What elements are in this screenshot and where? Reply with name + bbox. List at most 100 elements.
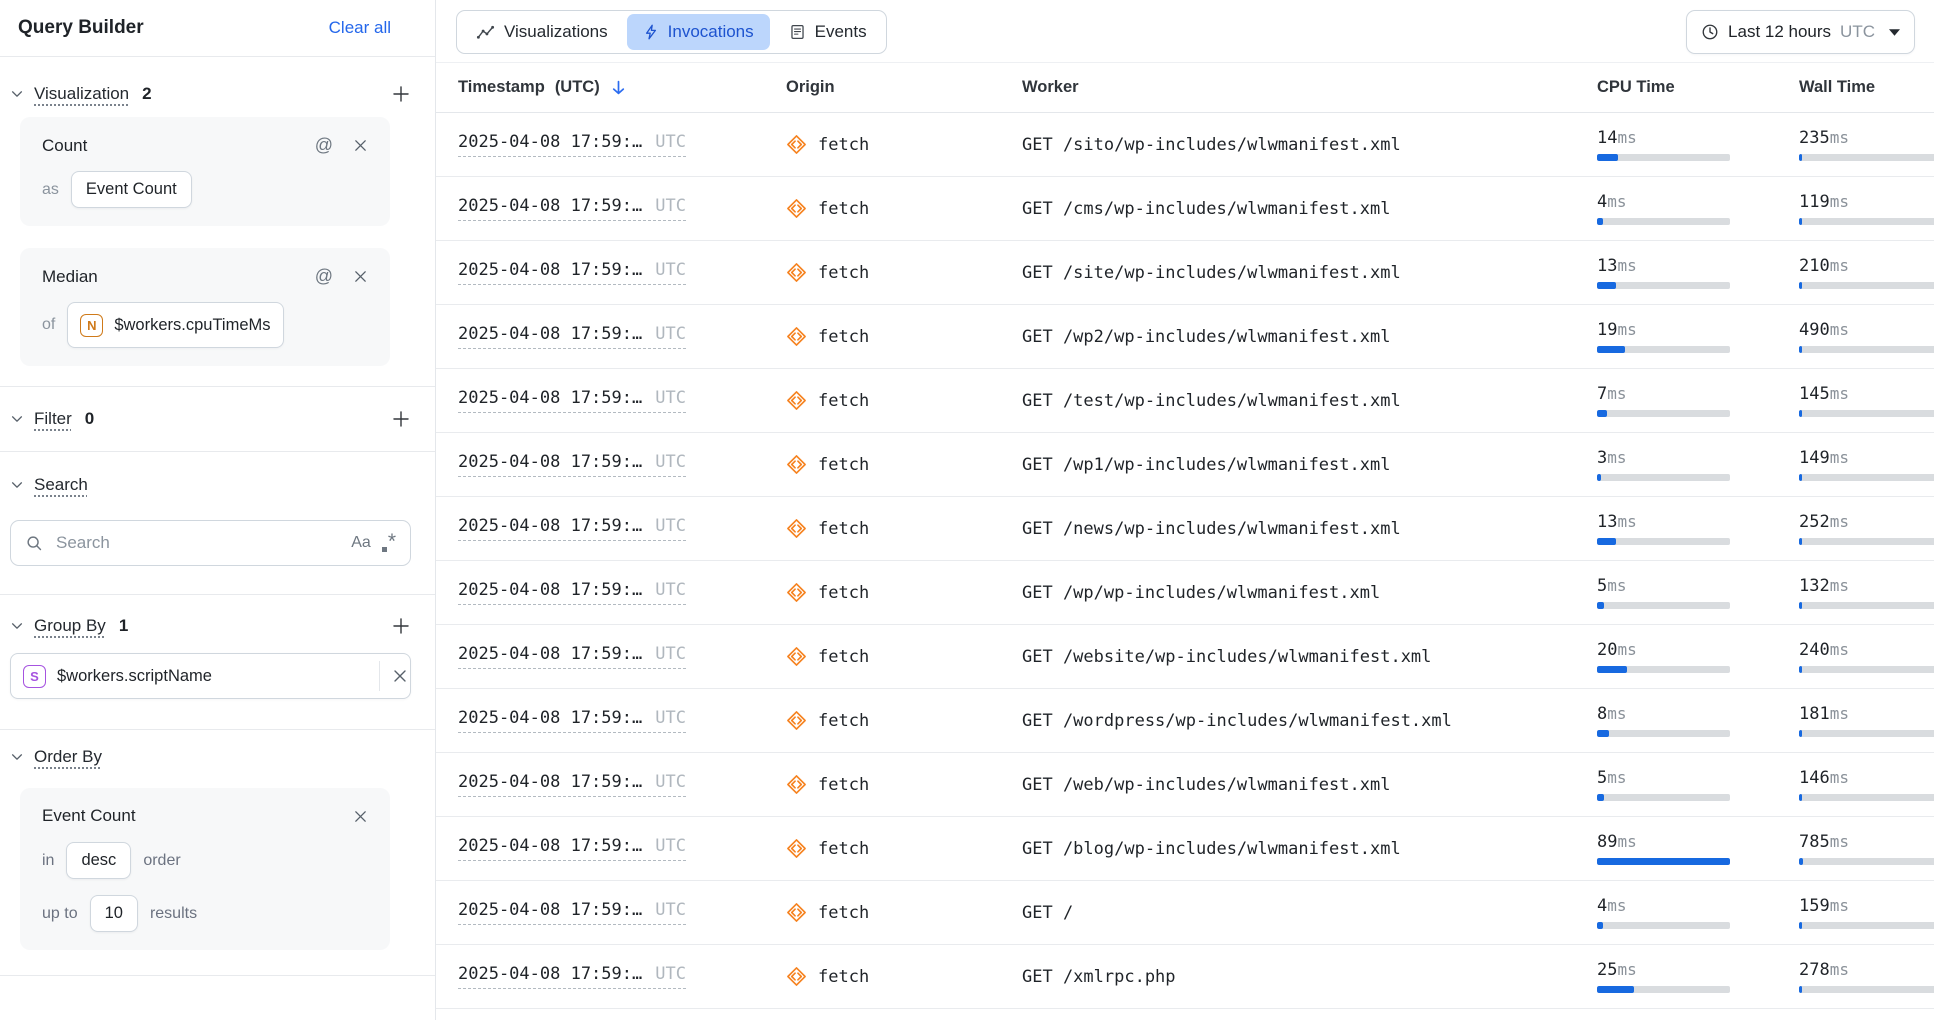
regex-toggle-icon[interactable]: * — [382, 535, 396, 552]
table-row[interactable]: 2025-04-08 17:59:… UTC fetch GET /wp1/wp… — [436, 433, 1934, 497]
clear-all-button[interactable]: Clear all — [329, 18, 391, 38]
chevron-down-icon[interactable] — [10, 750, 24, 764]
order-by-section: Order By Event Count in desc order up to… — [0, 730, 435, 975]
table-row[interactable]: 2025-04-08 17:59:… UTC fetch GET /web/wp… — [436, 753, 1934, 817]
timestamp-value[interactable]: 2025-04-08 17:59:… UTC — [458, 452, 686, 477]
time-range-dropdown[interactable]: Last 12 hours UTC — [1686, 10, 1915, 54]
table-row[interactable]: 2025-04-08 17:59:… UTC fetch GET /news/w… — [436, 497, 1934, 561]
chevron-down-icon[interactable] — [10, 478, 24, 492]
timestamp-value[interactable]: 2025-04-08 17:59:… UTC — [458, 772, 686, 797]
timestamp-value[interactable]: 2025-04-08 17:59:… UTC — [458, 196, 686, 221]
cpu-time-value: 13 — [1597, 512, 1617, 532]
worker-request-value: GET /site/wp-includes/wlwmanifest.xml — [1022, 263, 1597, 283]
up-to-label: up to — [42, 905, 78, 923]
table-row[interactable]: 2025-04-08 17:59:… UTC fetch GET /cms/wp… — [436, 177, 1934, 241]
timestamp-value[interactable]: 2025-04-08 17:59:… UTC — [458, 708, 686, 733]
wall-time-value: 149 — [1799, 448, 1830, 468]
search-section: Search Aa * — [0, 452, 435, 594]
table-row[interactable]: 2025-04-08 17:59:… UTC fetch GET /test/w… — [436, 369, 1934, 433]
results-toolbar: Visualizations Invocations Events Last 1… — [436, 0, 1934, 63]
sort-desc-icon[interactable] — [610, 79, 627, 96]
count-visualization-card: Count @ as Event Count — [20, 117, 390, 226]
cpu-time-cell: 14 ms — [1597, 128, 1799, 161]
timestamp-value[interactable]: 2025-04-08 17:59:… UTC — [458, 388, 686, 413]
tab-visualizations[interactable]: Visualizations — [460, 14, 624, 50]
wall-time-value: 240 — [1799, 640, 1830, 660]
as-label: as — [42, 181, 59, 199]
result-limit-input[interactable]: 10 — [90, 895, 138, 932]
table-row[interactable]: 2025-04-08 17:59:… UTC fetch GET /wp/wp-… — [436, 561, 1934, 625]
cpu-time-bar — [1597, 730, 1730, 737]
timestamp-value[interactable]: 2025-04-08 17:59:… UTC — [458, 580, 686, 605]
alias-icon[interactable]: @ — [315, 135, 333, 156]
lightning-icon — [643, 23, 659, 41]
wall-time-cell: 278 ms — [1799, 960, 1934, 993]
alias-icon[interactable]: @ — [315, 266, 333, 287]
timestamp-value[interactable]: 2025-04-08 17:59:… UTC — [458, 900, 686, 925]
table-row[interactable]: 2025-04-08 17:59:… UTC fetch GET /blog/w… — [436, 817, 1934, 881]
timestamp-value[interactable]: 2025-04-08 17:59:… UTC — [458, 836, 686, 861]
search-input-container: Aa * — [10, 520, 411, 566]
wall-time-bar — [1799, 474, 1934, 481]
match-case-toggle[interactable]: Aa — [351, 534, 371, 552]
chevron-down-icon[interactable] — [10, 412, 24, 426]
remove-group-by-button[interactable] — [379, 661, 410, 691]
cpu-time-value: 4 — [1597, 192, 1607, 212]
timestamp-text: 2025-04-08 17:59:… — [458, 196, 642, 216]
close-icon[interactable] — [353, 138, 368, 153]
search-input[interactable] — [54, 532, 340, 554]
cpu-time-cell: 25 ms — [1597, 960, 1799, 993]
origin-value: fetch — [818, 327, 869, 347]
wall-time-cell: 240 ms — [1799, 640, 1934, 673]
table-row[interactable]: 2025-04-08 17:59:… UTC fetch GET / 4 ms — [436, 881, 1934, 945]
wall-time-bar — [1799, 218, 1934, 225]
origin-value: fetch — [818, 391, 869, 411]
timestamp-value[interactable]: 2025-04-08 17:59:… UTC — [458, 132, 686, 157]
table-row[interactable]: 2025-04-08 17:59:… UTC fetch GET /sito/w… — [436, 113, 1934, 177]
timestamp-text: 2025-04-08 17:59:… — [458, 388, 642, 408]
add-group-by-button[interactable] — [391, 616, 411, 636]
timestamp-text: 2025-04-08 17:59:… — [458, 516, 642, 536]
sort-direction-button[interactable]: desc — [66, 842, 131, 879]
wall-time-unit: ms — [1830, 960, 1849, 979]
timestamp-value[interactable]: 2025-04-08 17:59:… UTC — [458, 644, 686, 669]
timestamp-timezone: UTC — [655, 260, 686, 280]
group-by-field-selector[interactable]: S $workers.scriptName — [10, 653, 411, 699]
chevron-down-icon[interactable] — [10, 87, 24, 101]
table-row[interactable]: 2025-04-08 17:59:… UTC fetch GET /websit… — [436, 625, 1934, 689]
table-row[interactable]: 2025-04-08 17:59:… UTC fetch GET /site/w… — [436, 241, 1934, 305]
table-row[interactable]: 2025-04-08 17:59:… UTC fetch GET /wp2/wp… — [436, 305, 1934, 369]
cpu-time-bar — [1597, 538, 1730, 545]
fetch-origin-icon — [786, 582, 807, 603]
alias-value-button[interactable]: Event Count — [71, 171, 192, 208]
origin-value: fetch — [818, 775, 869, 795]
timestamp-text: 2025-04-08 17:59:… — [458, 708, 642, 728]
close-icon[interactable] — [353, 269, 368, 284]
wall-time-cell: 145 ms — [1799, 384, 1934, 417]
timestamp-value[interactable]: 2025-04-08 17:59:… UTC — [458, 516, 686, 541]
tab-invocations[interactable]: Invocations — [627, 14, 770, 50]
origin-value: fetch — [818, 647, 869, 667]
add-visualization-button[interactable] — [391, 84, 411, 104]
median-field-selector[interactable]: N $workers.cpuTimeMs — [67, 302, 283, 348]
median-visualization-card: Median @ of N $workers.cpuTimeMs — [20, 248, 390, 366]
tab-label: Events — [815, 22, 867, 42]
timestamp-text: 2025-04-08 17:59:… — [458, 836, 642, 856]
wall-time-value: 278 — [1799, 960, 1830, 980]
tab-events[interactable]: Events — [773, 14, 883, 50]
wall-time-value: 235 — [1799, 128, 1830, 148]
add-filter-button[interactable] — [391, 409, 411, 429]
chevron-down-icon[interactable] — [10, 619, 24, 633]
wall-time-cell: 132 ms — [1799, 576, 1934, 609]
timestamp-value[interactable]: 2025-04-08 17:59:… UTC — [458, 964, 686, 989]
fetch-origin-icon — [786, 774, 807, 795]
timestamp-value[interactable]: 2025-04-08 17:59:… UTC — [458, 260, 686, 285]
timestamp-value[interactable]: 2025-04-08 17:59:… UTC — [458, 324, 686, 349]
wall-time-unit: ms — [1830, 704, 1849, 723]
table-row[interactable]: 2025-04-08 17:59:… UTC fetch GET /wordpr… — [436, 689, 1934, 753]
column-header-timestamp[interactable]: Timestamp (UTC) — [458, 78, 786, 97]
cpu-time-value: 7 — [1597, 384, 1607, 404]
cpu-time-cell: 19 ms — [1597, 320, 1799, 353]
close-icon[interactable] — [353, 809, 368, 824]
table-row[interactable]: 2025-04-08 17:59:… UTC fetch GET /xmlrpc… — [436, 945, 1934, 1009]
